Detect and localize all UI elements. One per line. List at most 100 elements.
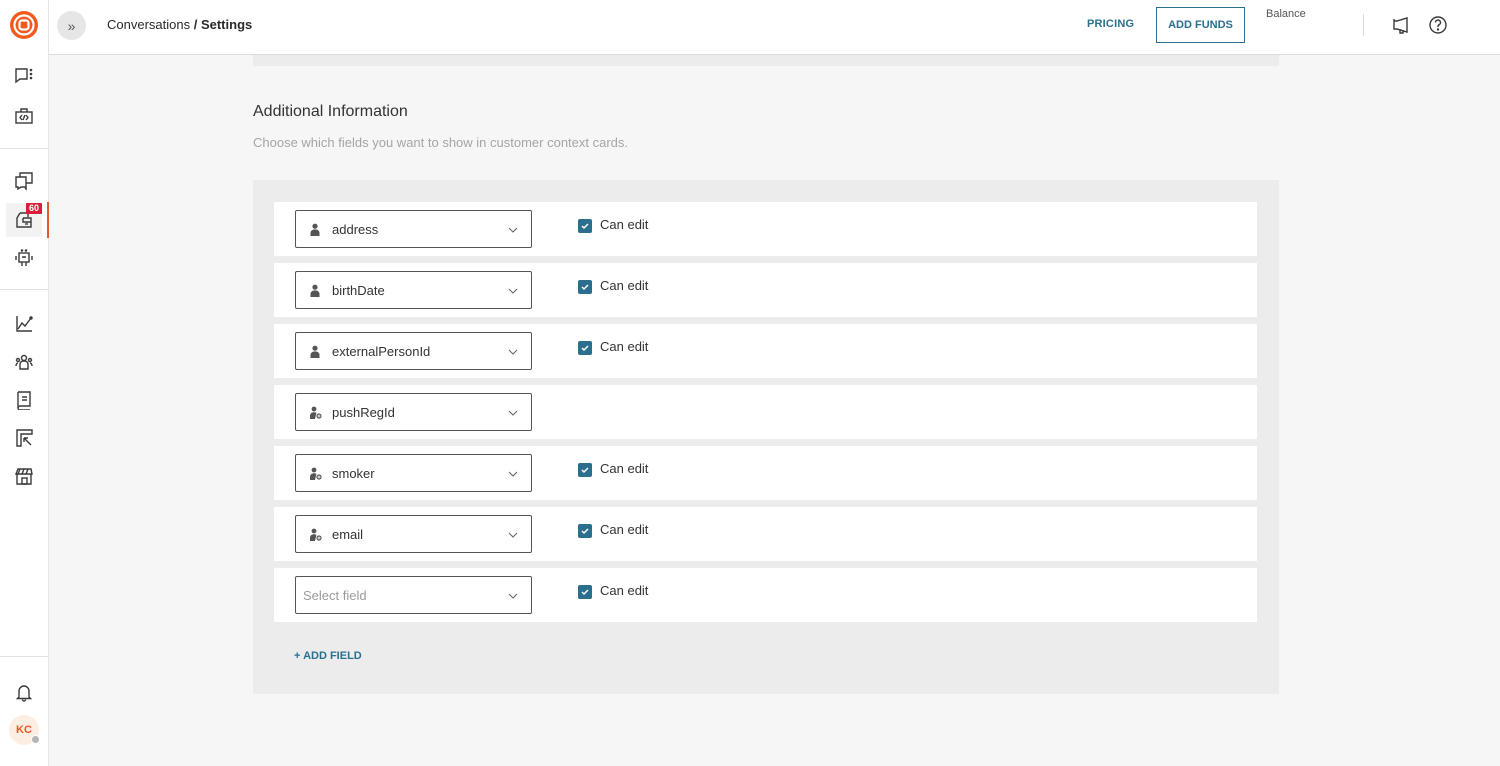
export-icon [16,429,33,447]
can-edit-checkbox[interactable]: Can edit [578,278,649,294]
help-button[interactable] [1427,14,1449,36]
sidebar-item-developer[interactable] [6,99,42,133]
chevron-double-right-icon: » [67,17,76,34]
chart-icon [16,316,33,332]
section-description: Choose which fields you want to show in … [253,135,629,150]
person-gear-icon [308,466,322,480]
field-select-value: email [332,526,364,542]
field-row: birthDate Can edit [274,263,1257,317]
can-edit-label: Can edit [600,461,649,476]
section-title: Additional Information [253,103,408,120]
add-field-button[interactable]: + ADD FIELD [294,650,362,662]
field-select[interactable]: pushRegId [295,393,532,431]
previous-section-panel [253,55,1279,66]
field-select-value: address [332,221,379,237]
fields-panel: address Can edit birthDate Can edit external… [253,180,1279,694]
chevron-down-icon [507,223,519,235]
can-edit-label: Can edit [600,278,649,293]
checkbox-checked-icon[interactable] [578,463,592,477]
field-row: externalPersonId Can edit [274,324,1257,378]
checkbox-checked-icon[interactable] [578,219,592,233]
active-indicator [47,202,49,238]
top-bar: » Conversations / Settings PRICING ADD F… [49,0,1500,55]
announcements-button[interactable] [1391,14,1413,36]
field-select[interactable]: Select field [295,576,532,614]
balance-label: Balance [1266,8,1306,20]
people-icon [15,354,33,370]
can-edit-checkbox[interactable]: Can edit [578,339,649,355]
checkbox-checked-icon[interactable] [578,585,592,599]
megaphone-icon [1393,17,1408,34]
field-row: smoker Can edit [274,446,1257,500]
notifications-button[interactable] [6,675,42,709]
field-select-value: externalPersonId [332,343,431,359]
chat-icon [15,68,33,84]
chevron-down-icon [507,284,519,296]
field-select[interactable]: smoker [295,454,532,492]
sidebar-item-knowledge[interactable] [6,383,42,417]
person-gear-icon [308,527,322,541]
can-edit-label: Can edit [600,339,649,354]
checkbox-checked-icon[interactable] [578,341,592,355]
can-edit-label: Can edit [600,583,649,598]
code-briefcase-icon [15,108,33,124]
messages-icon [15,172,33,191]
checkbox-checked-icon[interactable] [578,524,592,538]
chevron-down-icon [507,589,519,601]
help-icon [1429,16,1447,34]
breadcrumb: Conversations / Settings [107,17,252,32]
breadcrumb-parent[interactable]: Conversations [107,17,190,32]
person-gear-icon [308,405,322,419]
can-edit-label: Can edit [600,522,649,537]
field-select-placeholder: Select field [303,587,367,603]
add-funds-button[interactable]: ADD FUNDS [1156,7,1245,43]
field-row: address Can edit [274,202,1257,256]
can-edit-checkbox[interactable]: Can edit [578,522,649,538]
field-select[interactable]: address [295,210,532,248]
expand-sidebar-button[interactable]: » [57,11,86,40]
sidebar-item-store[interactable] [6,459,42,493]
person-icon [308,283,322,297]
sidebar-item-conversations[interactable] [6,59,42,93]
chevron-down-icon [507,467,519,479]
field-select-value: birthDate [332,282,385,298]
can-edit-checkbox[interactable]: Can edit [578,461,649,477]
sidebar-item-analytics[interactable] [6,307,42,341]
sidebar-divider [0,656,49,657]
book-icon [17,391,31,410]
chevron-down-icon [507,345,519,357]
person-icon [308,344,322,358]
sidebar: 60 KC [0,0,49,766]
chevron-down-icon [507,406,519,418]
chevron-down-icon [507,528,519,540]
sidebar-divider [0,148,49,149]
field-row: pushRegId [274,385,1257,439]
field-select[interactable]: birthDate [295,271,532,309]
person-icon [308,222,322,236]
sidebar-divider [0,289,49,290]
logo-icon[interactable] [9,10,39,40]
robot-icon [15,249,33,266]
field-select-value: smoker [332,465,375,481]
checkbox-checked-icon[interactable] [578,280,592,294]
store-icon [14,468,33,485]
field-row: email Can edit [274,507,1257,561]
can-edit-checkbox[interactable]: Can edit [578,583,649,599]
field-select-value: pushRegId [332,404,395,420]
field-select[interactable]: externalPersonId [295,332,532,370]
breadcrumb-separator: / [190,17,201,32]
pricing-link[interactable]: PRICING [1087,18,1134,30]
field-select[interactable]: email [295,515,532,553]
sidebar-item-inbox-templates[interactable] [6,164,42,198]
sidebar-item-people[interactable] [6,345,42,379]
can-edit-label: Can edit [600,217,649,232]
bell-icon [15,685,33,702]
top-divider [1363,14,1364,36]
can-edit-checkbox[interactable]: Can edit [578,217,649,233]
field-row: Select field Can edit [274,568,1257,622]
status-indicator [31,735,40,744]
sidebar-item-exports[interactable] [6,421,42,455]
inbox-badge: 60 [26,203,43,214]
sidebar-item-bots[interactable] [6,241,42,275]
breadcrumb-current: Settings [200,17,253,32]
